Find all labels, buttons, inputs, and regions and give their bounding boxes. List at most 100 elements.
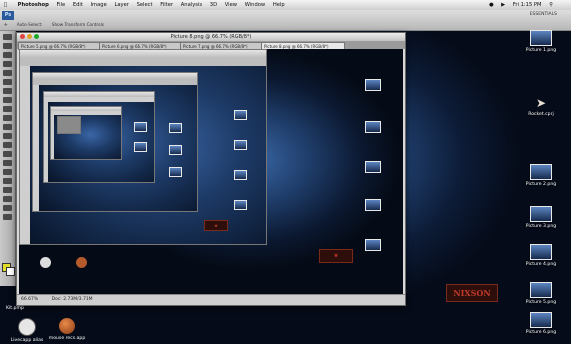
desktop-icon-picture-6[interactable]: Picture 6.png	[519, 312, 563, 335]
dodge-tool-icon[interactable]	[3, 151, 12, 157]
type-tool-icon[interactable]	[3, 169, 12, 175]
canvas-app-icon-mouse	[61, 257, 101, 268]
zoom-tool-icon[interactable]	[3, 214, 12, 220]
image-file-icon	[530, 244, 552, 260]
pen-tool-icon[interactable]	[3, 160, 12, 166]
nested-file-icon	[169, 123, 182, 133]
status-zoom[interactable]: 66.67%	[21, 297, 38, 302]
lasso-tool-icon[interactable]	[3, 52, 12, 58]
nested-file-icon	[234, 170, 247, 180]
document-title-bar[interactable]: Picture 8.png @ 66.7% (RGB/8*)	[17, 33, 405, 41]
image-file-icon	[530, 312, 552, 328]
nested-menubar	[20, 50, 266, 58]
nested-screenshot-1: ★	[19, 49, 267, 245]
menu-filter[interactable]: Filter	[160, 2, 173, 8]
nested-screenshot-3	[43, 91, 155, 183]
menu-3d[interactable]: 3D	[210, 2, 217, 8]
3d-rotate-tool-icon[interactable]	[3, 196, 12, 202]
healing-tool-icon[interactable]	[3, 88, 12, 94]
desktop-icon-picture-1[interactable]: Picture 1.png	[519, 30, 563, 53]
menu-edit[interactable]: Edit	[73, 2, 83, 8]
show-transform-label[interactable]: Show Transform Controls	[52, 20, 104, 30]
desktop-kit-label[interactable]: Kit.pmp	[6, 306, 24, 311]
canvas-file-icon	[365, 121, 381, 133]
blur-tool-icon[interactable]	[3, 142, 12, 148]
options-row: ✛ Auto-Select: Show Transform Controls	[0, 20, 330, 30]
livecapp-app-icon	[18, 318, 36, 336]
crop-tool-icon[interactable]	[3, 70, 12, 76]
nested-screenshot-5	[57, 116, 81, 134]
nested-optionsbar	[20, 58, 266, 66]
canvas-file-icon	[365, 79, 381, 91]
nested-file-icon	[234, 110, 247, 120]
desktop-icon-picture-3[interactable]: Picture 3.png	[519, 206, 563, 229]
clock[interactable]: Fri 1:15 PM	[513, 2, 542, 8]
document-window: Picture 8.png @ 66.7% (RGB/8*) Picture 5…	[16, 32, 406, 306]
workspace-switcher[interactable]: ESSENTIALS	[530, 11, 557, 19]
canvas-logo-image: ★	[319, 249, 353, 263]
document-tabs: Picture 5.png @ 66.7% (RGB/8*) Picture 6…	[17, 41, 405, 50]
gradient-tool-icon[interactable]	[3, 133, 12, 139]
eyedropper-tool-icon[interactable]	[3, 79, 12, 85]
menu-layer[interactable]: Layer	[114, 2, 128, 8]
shape-tool-icon[interactable]	[3, 187, 12, 193]
volume-icon[interactable]: ▶	[501, 2, 505, 8]
menu-image[interactable]: Image	[91, 2, 107, 8]
menu-extras: ● ▶ Fri 1:15 PM ⚲	[489, 0, 559, 10]
canvas-file-icon	[365, 199, 381, 211]
desktop-app-mouse-recs[interactable]: mouse recs.app	[42, 318, 92, 341]
mouse-recs-app-icon	[59, 318, 75, 334]
tools-panel	[0, 31, 16, 286]
minimize-button[interactable]	[27, 34, 32, 39]
mouse-recs-icon	[75, 257, 87, 268]
nested-file-icon	[169, 167, 182, 177]
menu-file[interactable]: File	[56, 2, 65, 8]
auto-select-label: Auto-Select:	[16, 22, 43, 27]
photoshop-logo-icon: Ps	[2, 11, 14, 20]
document-status-bar: 66.67% Doc: 2.73M/3.71M	[17, 294, 405, 305]
nested-screenshot-4	[50, 106, 122, 160]
spotlight-icon[interactable]: ⚲	[549, 2, 553, 8]
close-button[interactable]	[20, 34, 25, 39]
document-title: Picture 8.png @ 66.7% (RGB/8*)	[170, 34, 252, 40]
menu-select[interactable]: Select	[137, 2, 153, 8]
clone-stamp-tool-icon[interactable]	[3, 106, 12, 112]
image-file-icon	[530, 30, 552, 46]
desktop-icon-picture-2[interactable]: Picture 2.png	[519, 164, 563, 187]
menu-view[interactable]: View	[225, 2, 237, 8]
hand-tool-icon[interactable]	[3, 205, 12, 211]
page-bottom-margin	[0, 344, 571, 363]
move-tool-icon[interactable]	[3, 34, 12, 40]
nested-file-icon	[234, 140, 247, 150]
brush-tool-icon[interactable]	[3, 97, 12, 103]
status-doc-size[interactable]: Doc: 2.73M/3.71M	[52, 297, 93, 302]
menu-app-name[interactable]: Photoshop	[18, 2, 49, 8]
menu-window[interactable]: Window	[245, 2, 265, 8]
background-color-swatch[interactable]	[6, 267, 15, 276]
desktop-screen:  Photoshop File Edit Image Layer Select…	[0, 0, 571, 344]
desktop-icon-picture-5[interactable]: Picture 5.png	[519, 282, 563, 305]
wifi-icon[interactable]: ●	[489, 2, 494, 8]
livecapp-icon	[39, 257, 51, 268]
image-file-icon	[530, 164, 552, 180]
apple-icon[interactable]: 	[4, 0, 10, 10]
menu-analysis[interactable]: Analysis	[181, 2, 202, 8]
image-file-icon	[530, 206, 552, 222]
zoom-button[interactable]	[34, 34, 39, 39]
history-brush-tool-icon[interactable]	[3, 115, 12, 121]
desktop-icon-rocket[interactable]: ➤ Rocket.cprj	[519, 96, 563, 117]
options-bar: Ps ✛ Auto-Select: Show Transform Control…	[0, 10, 571, 31]
nested-screenshot-2	[32, 72, 198, 212]
desktop-icon-picture-4[interactable]: Picture 4.png	[519, 244, 563, 267]
path-select-tool-icon[interactable]	[3, 178, 12, 184]
marquee-tool-icon[interactable]	[3, 43, 12, 49]
document-canvas[interactable]: ★ ★	[19, 49, 403, 295]
menu-help[interactable]: Help	[273, 2, 285, 8]
nested-file-icon	[134, 122, 147, 132]
nested-logo-image: ★	[204, 220, 228, 231]
quick-select-tool-icon[interactable]	[3, 61, 12, 67]
move-tool-icon[interactable]: ✛	[4, 20, 8, 30]
desktop-logo-image[interactable]: NIXSON	[446, 284, 498, 302]
eraser-tool-icon[interactable]	[3, 124, 12, 130]
canvas-file-icon	[365, 239, 381, 251]
